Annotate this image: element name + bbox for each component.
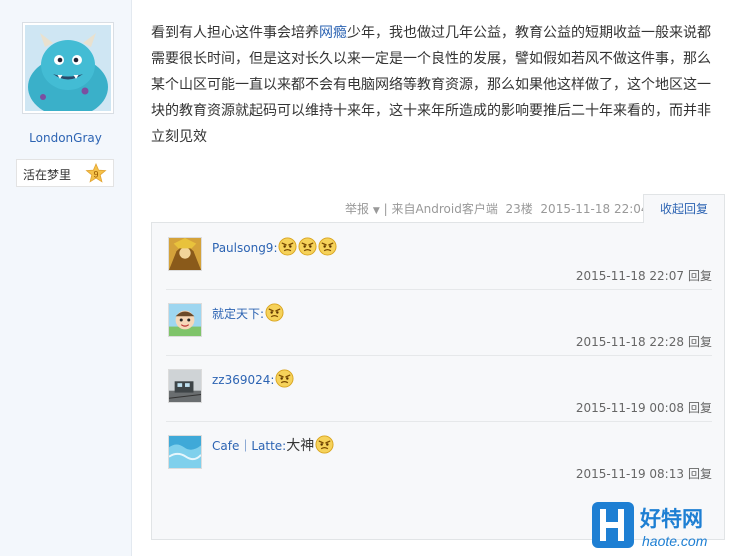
angry-face-emoji-icon xyxy=(265,303,284,322)
reply-button[interactable]: 回复 xyxy=(688,269,712,283)
reply-item: zz369024: 2015-11-19 00:08 回复 xyxy=(166,355,712,421)
emoji-group xyxy=(314,435,334,454)
angry-face-emoji-icon xyxy=(275,369,294,388)
reply-author-link[interactable]: Cafe｜Latte: xyxy=(212,439,286,453)
haote-watermark-logo: 好特网 haote.com xyxy=(592,502,708,549)
reply-time: 2015-11-18 22:28 xyxy=(575,335,684,349)
post-content: 看到有人担心这件事会培养网瘾少年，我也做过几年公益，教育公益的短期收益一般来说都… xyxy=(151,20,716,150)
level-badge[interactable]: 活在梦里 9 xyxy=(16,159,114,187)
level-title: 活在梦里 xyxy=(23,168,72,182)
reply-author-link[interactable]: zz369024: xyxy=(212,373,274,387)
angry-face-emoji-icon xyxy=(278,237,298,256)
post-meta: 举报 ▼ | 来自Android客户端 23楼 2015-11-18 22:04 xyxy=(345,200,649,217)
reply-time: 2015-11-19 00:08 xyxy=(575,401,684,415)
author-name-link[interactable]: LondonGray xyxy=(0,131,131,145)
emoji-group xyxy=(264,303,284,322)
angry-face-emoji-icon xyxy=(298,237,318,256)
caret-down-icon: ▼ xyxy=(372,206,380,216)
reply-button[interactable]: 回复 xyxy=(688,401,712,415)
author-avatar[interactable] xyxy=(22,22,114,114)
level-star-icon: 9 xyxy=(85,163,107,183)
reply-button[interactable]: 回复 xyxy=(688,467,712,481)
emoji-group xyxy=(277,237,338,256)
post-text-end: 少年，我也做过几年公益，教育公益的短期收益一般来说都需要很长时间，但是这对长久以… xyxy=(151,25,711,145)
keyword-link[interactable]: 网瘾 xyxy=(319,25,347,41)
reply-time: 2015-11-18 22:07 xyxy=(575,269,684,283)
reply-panel: Paulsong9: 2015-11-18 22:07 回复 就定天下: 2015… xyxy=(151,222,725,540)
reply-avatar[interactable] xyxy=(168,237,202,271)
angry-face-emoji-icon xyxy=(315,435,334,454)
reply-avatar[interactable] xyxy=(168,303,202,337)
floor-number: 23楼 xyxy=(505,202,533,216)
collapse-replies-button[interactable]: 收起回复 xyxy=(643,194,725,223)
level-number: 9 xyxy=(93,169,98,179)
reply-time: 2015-11-19 08:13 xyxy=(575,467,684,481)
reply-item: Cafe｜Latte:大神 2015-11-19 08:13 回复 xyxy=(166,421,712,487)
client-source: | 来自Android客户端 xyxy=(383,202,498,216)
monster-avatar-icon xyxy=(25,25,111,111)
reply-author-link[interactable]: 就定天下: xyxy=(212,307,264,321)
reply-author-link[interactable]: Paulsong9: xyxy=(212,241,277,255)
post-time: 2015-11-18 22:04 xyxy=(540,202,649,216)
reply-item: 就定天下: 2015-11-18 22:28 回复 xyxy=(166,289,712,355)
reply-text: 大神 xyxy=(286,438,315,454)
reply-avatar[interactable] xyxy=(168,435,202,469)
watermark-domain: haote.com xyxy=(642,533,708,549)
reply-item: Paulsong9: 2015-11-18 22:07 回复 xyxy=(166,223,712,289)
watermark-brand: 好特网 xyxy=(639,507,703,531)
angry-face-emoji-icon xyxy=(318,237,338,256)
author-sidebar: LondonGray 活在梦里 9 xyxy=(0,0,132,556)
emoji-group xyxy=(274,369,294,388)
reply-avatar[interactable] xyxy=(168,369,202,403)
report-link[interactable]: 举报 ▼ xyxy=(345,202,380,216)
reply-button[interactable]: 回复 xyxy=(688,335,712,349)
post-text-start: 看到有人担心这件事会培养 xyxy=(151,25,319,41)
